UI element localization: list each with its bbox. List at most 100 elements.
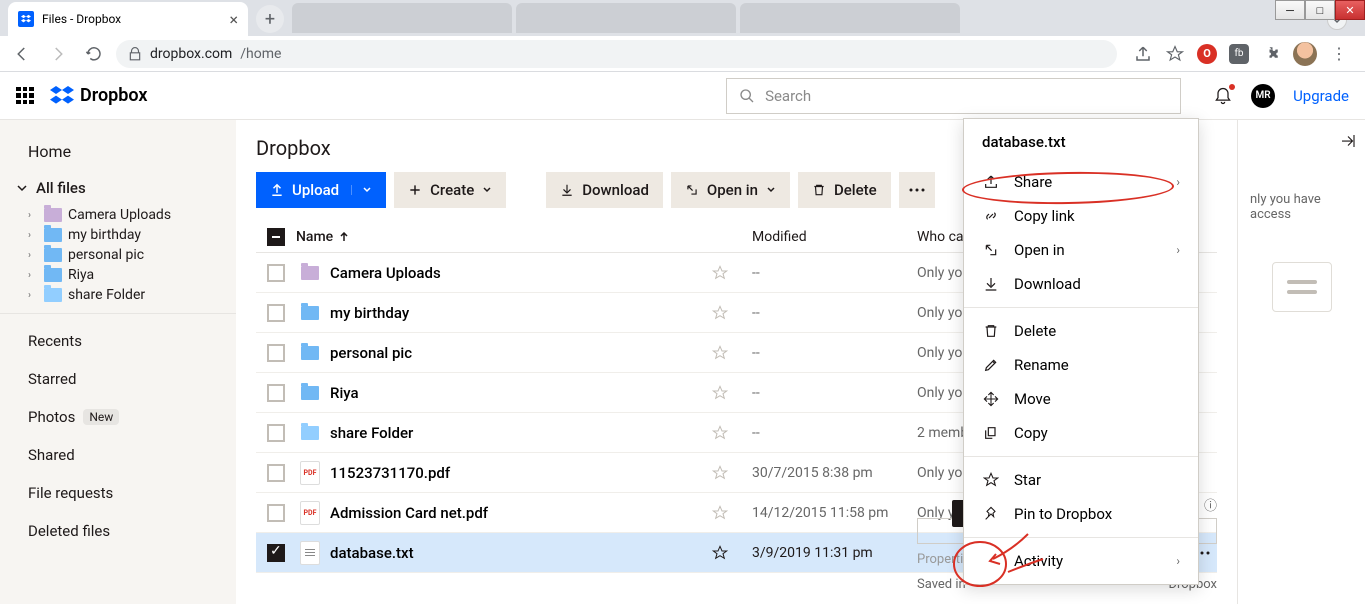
chevron-down-icon [16, 182, 28, 194]
back-button[interactable] [8, 40, 36, 68]
profile-avatar[interactable] [1293, 42, 1317, 66]
row-name[interactable]: PDFAdmission Card net.pdf [296, 501, 712, 525]
search-input[interactable]: Search [726, 78, 1181, 114]
sidebar-tree-item[interactable]: ›personal pic [0, 245, 236, 265]
close-window-button[interactable]: ✕ [1335, 0, 1365, 20]
star-icon[interactable] [712, 345, 752, 361]
row-name[interactable]: PDF11523731170.pdf [296, 461, 712, 485]
details-panel: nly you have access [1237, 120, 1365, 604]
star-icon[interactable] [712, 385, 752, 401]
sidebar-tree-item[interactable]: ›my birthday [0, 225, 236, 245]
delete-button[interactable]: Delete [798, 172, 891, 208]
open-in-button[interactable]: Open in [671, 172, 790, 208]
bookmark-star-icon[interactable] [1165, 44, 1185, 64]
kebab-menu-icon[interactable]: ⋮ [1329, 44, 1349, 64]
sidebar-recents[interactable]: Recents [0, 322, 236, 360]
column-name[interactable]: Name [296, 229, 712, 245]
star-icon[interactable] [712, 465, 752, 481]
star-icon[interactable] [712, 545, 752, 561]
row-checkbox[interactable] [267, 344, 285, 362]
row-checkbox[interactable] [267, 504, 285, 522]
star-icon[interactable] [712, 265, 752, 281]
sidebar-tree-item[interactable]: ›Riya [0, 265, 236, 285]
chevron-right-icon: › [28, 290, 38, 301]
row-checkbox[interactable] [267, 384, 285, 402]
user-avatar[interactable]: MR [1251, 84, 1275, 108]
row-modified: -- [752, 345, 917, 361]
sidebar-photos[interactable]: Photos New [0, 398, 236, 436]
row-name[interactable]: Riya [296, 384, 712, 402]
row-name[interactable]: share Folder [296, 424, 712, 442]
sidebar-home[interactable]: Home [0, 132, 236, 171]
forward-button[interactable] [44, 40, 72, 68]
pencil-icon [982, 357, 1000, 373]
background-tab[interactable] [740, 3, 960, 33]
row-checkbox[interactable] [267, 304, 285, 322]
sidebar-tree-item[interactable]: ›share Folder [0, 285, 236, 305]
browser-chrome: Files - Dropbox × + ─ □ ✕ dropbox.com/ho… [0, 0, 1365, 72]
sidebar-deleted-files[interactable]: Deleted files [0, 512, 236, 550]
open-external-icon [982, 242, 1000, 258]
ctx-open-in[interactable]: Open in› [964, 233, 1198, 267]
ctx-move[interactable]: Move [964, 382, 1198, 416]
ctx-copy-link[interactable]: Copy link [964, 199, 1198, 233]
download-button[interactable]: Download [546, 172, 663, 208]
ctx-pin[interactable]: Pin to Dropbox [964, 497, 1198, 531]
dropbox-logo-icon [50, 86, 74, 106]
sidebar-tree-item[interactable]: ›Camera Uploads [0, 205, 236, 225]
star-icon[interactable] [712, 505, 752, 521]
ctx-download[interactable]: Download [964, 267, 1198, 301]
row-name[interactable]: Camera Uploads [296, 264, 712, 282]
window-controls: ─ □ ✕ [1275, 0, 1365, 20]
app-grid-icon[interactable] [16, 87, 34, 105]
sidebar-shared[interactable]: Shared [0, 436, 236, 474]
select-all-checkbox[interactable] [267, 228, 285, 246]
ctx-delete[interactable]: Delete [964, 314, 1198, 348]
dropbox-logo[interactable]: Dropbox [50, 85, 148, 106]
sidebar-all-files[interactable]: All files [0, 171, 236, 205]
maximize-button[interactable]: □ [1305, 0, 1335, 20]
row-checkbox[interactable] [267, 264, 285, 282]
new-tab-button[interactable]: + [256, 5, 284, 33]
extension-fb-icon[interactable]: fb [1229, 44, 1249, 64]
background-tab[interactable] [292, 3, 512, 33]
folder-icon [301, 386, 319, 400]
minimize-button[interactable]: ─ [1275, 0, 1305, 20]
share-icon[interactable] [1133, 44, 1153, 64]
row-checkbox[interactable] [267, 424, 285, 442]
extensions-puzzle-icon[interactable] [1261, 44, 1281, 64]
context-menu-divider [964, 456, 1198, 457]
tab-close-icon[interactable]: × [229, 10, 238, 29]
row-name[interactable]: personal pic [296, 344, 712, 362]
row-name[interactable]: my birthday [296, 304, 712, 322]
chevron-right-icon: › [1176, 554, 1180, 568]
more-actions-button[interactable] [899, 172, 935, 208]
row-name[interactable]: database.txt [296, 541, 712, 565]
sidebar-starred[interactable]: Starred [0, 360, 236, 398]
sidebar-file-requests[interactable]: File requests [0, 474, 236, 512]
ctx-share[interactable]: Share› [964, 165, 1198, 199]
star-icon[interactable] [712, 425, 752, 441]
row-checkbox[interactable] [267, 464, 285, 482]
row-modified: -- [752, 425, 917, 441]
ctx-rename[interactable]: Rename [964, 348, 1198, 382]
url-box[interactable]: dropbox.com/home [116, 40, 1117, 68]
browser-tab-active[interactable]: Files - Dropbox × [8, 2, 248, 36]
create-button[interactable]: Create [394, 172, 506, 208]
reload-button[interactable] [80, 40, 108, 68]
row-checkbox[interactable] [267, 544, 285, 562]
column-modified[interactable]: Modified [752, 229, 917, 245]
ctx-star[interactable]: Star [964, 463, 1198, 497]
ctx-copy[interactable]: Copy [964, 416, 1198, 450]
pdf-icon: PDF [300, 461, 320, 485]
background-tab[interactable] [516, 3, 736, 33]
hide-details-button[interactable] [1339, 132, 1357, 150]
star-icon [982, 472, 1000, 488]
notifications-button[interactable] [1213, 86, 1233, 106]
ctx-activity[interactable]: Activity› [964, 544, 1198, 578]
extension-opera-icon[interactable]: O [1197, 44, 1217, 64]
star-icon[interactable] [712, 305, 752, 321]
upgrade-link[interactable]: Upgrade [1293, 87, 1349, 105]
upload-button[interactable]: Upload [256, 172, 386, 208]
other-tabs [292, 3, 960, 33]
